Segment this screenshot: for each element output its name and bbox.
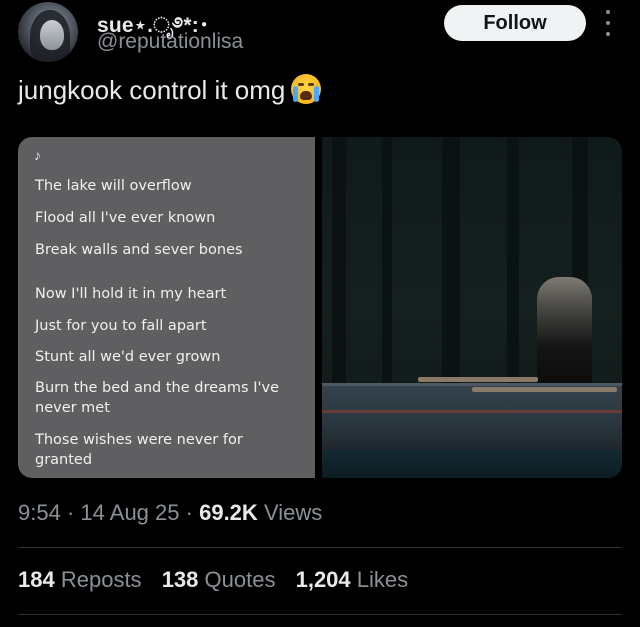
tweet-time[interactable]: 9:54	[18, 500, 61, 525]
tweet-meta: 9:54 · 14 Aug 25 · 69.2K Views	[18, 500, 322, 526]
lyric-line: Just for you to fall apart	[35, 318, 207, 334]
reposts-stat[interactable]: 184 Reposts	[18, 567, 142, 592]
views-count: 69.2K	[199, 500, 258, 525]
likes-stat[interactable]: 1,204 Likes	[296, 567, 409, 592]
tweet-date[interactable]: 14 Aug 25	[80, 500, 179, 525]
rowboat	[322, 383, 622, 450]
reposts-label: Reposts	[60, 567, 142, 592]
likes-count: 1,204	[295, 567, 351, 592]
divider	[18, 547, 622, 548]
quotes-count: 138	[161, 567, 199, 592]
music-note-icon: ♪	[34, 147, 41, 163]
meta-separator: ·	[185, 500, 193, 525]
quotes-label: Quotes	[204, 567, 276, 592]
lyric-line: Now I'll hold it in my heart	[35, 286, 227, 302]
lyric-line: Burn the bed and the dreams I've never m…	[35, 380, 279, 416]
tweet-text: jungkook control it omg	[18, 74, 322, 106]
views-label: Views	[263, 500, 323, 525]
user-handle[interactable]: @reputationlisa	[97, 30, 243, 54]
media-attachment[interactable]: ♪ The lake will overflow Flood all I've …	[18, 137, 622, 478]
likes-label: Likes	[356, 567, 409, 592]
lyric-line: The lake will overflow	[35, 178, 192, 194]
scene-photo	[322, 137, 622, 478]
avatar-face	[40, 20, 64, 50]
tweet-body: jungkook control it omg	[18, 75, 286, 105]
lyric-line: Break walls and sever bones	[35, 242, 243, 258]
divider	[18, 614, 622, 615]
lyric-line: Stunt all we'd ever grown	[35, 349, 221, 365]
loudly-crying-face-icon	[291, 74, 322, 104]
meta-separator: ·	[66, 500, 75, 525]
reposts-count: 184	[18, 567, 55, 592]
quotes-stat[interactable]: 138 Quotes	[162, 567, 276, 592]
engagement-stats: 184 Reposts 138 Quotes 1,204 Likes	[18, 567, 422, 593]
avatar[interactable]	[18, 2, 78, 62]
more-options-icon[interactable]	[602, 10, 614, 36]
lyric-line: Flood all I've ever known	[35, 210, 216, 226]
lyrics-card: ♪ The lake will overflow Flood all I've …	[18, 137, 315, 478]
follow-button[interactable]: Follow	[444, 5, 586, 41]
lyric-line: Those wishes were never for granted	[35, 432, 243, 468]
seated-person	[537, 277, 592, 392]
